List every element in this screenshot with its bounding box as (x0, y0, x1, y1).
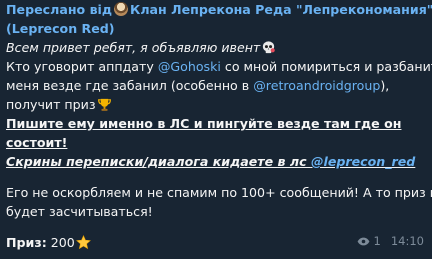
forward-source-subtitle[interactable]: (Leprecon Red) (6, 21, 115, 36)
avatar-icon (114, 2, 129, 16)
forward-header[interactable]: Переслано від Клан Лепрекона Реда "Лепрек… (6, 0, 432, 19)
message-line-5: Пишите ему именно в ЛС и пингуйте везде … (6, 114, 424, 133)
message-line-8: Его не оскорбляем и не спамим по 100+ со… (6, 183, 432, 202)
views-count: 1 (373, 234, 381, 248)
text-segment: будет засчитываться! (6, 204, 153, 219)
prize-value: 200 (46, 235, 75, 250)
text-segment: Скрины переписки/диалога кидаете в лс (6, 154, 311, 169)
prize-label: Приз: (6, 235, 47, 250)
eye-icon (357, 237, 369, 246)
message-meta: 1 14:10 (357, 232, 424, 251)
message-line-1: Всем привет ребят, я объявляю ивент (6, 38, 424, 57)
message-time: 14:10 (390, 234, 424, 248)
text-segment: ), (380, 78, 390, 93)
skull-emoji-icon (263, 41, 276, 54)
message-line-2: Кто уговорит аппдату @Gohoski со мной по… (6, 57, 432, 76)
message-line-6: состоит! (6, 133, 424, 152)
forward-prefix: Переслано від (6, 2, 113, 17)
message-line-7: Скрины переписки/диалога кидаете в лс @l… (6, 152, 424, 171)
star-emoji-icon (75, 235, 91, 250)
mention-leprecon-red[interactable]: @leprecon_red (311, 154, 415, 169)
message-line-3: меня везде где забанил (особенно в @retr… (6, 76, 424, 95)
message-bubble: Переслано від Клан Лепрекона Реда "Лепрек… (0, 0, 432, 259)
message-line-4: получит приз (6, 95, 424, 114)
text-segment: получит приз (6, 97, 96, 112)
text-segment: Кто уговорит аппдату (6, 59, 158, 74)
text-segment: состоит! (6, 135, 68, 150)
text-segment: Его не оскорбляем и не спамим по 100+ со… (6, 185, 432, 200)
message-line-9: будет засчитываться! (6, 202, 424, 221)
trophy-emoji-icon (97, 98, 111, 111)
text-segment: Пишите ему именно в ЛС и пингуйте везде … (6, 116, 402, 131)
greeting-text: Всем привет ребят, я объявляю ивент (6, 40, 261, 55)
mention-gohoski[interactable]: @Gohoski (158, 59, 221, 74)
text-segment: меня везде где забанил (особенно в (6, 78, 254, 93)
mention-retroandroidgroup[interactable]: @retroandroidgroup (253, 78, 380, 93)
forward-source[interactable]: Клан Лепрекона Реда "Лепрекономания" (130, 2, 432, 17)
forward-source-line2[interactable]: (Leprecon Red) (6, 19, 424, 38)
text-segment: со мной помириться и разбанит (220, 59, 432, 74)
